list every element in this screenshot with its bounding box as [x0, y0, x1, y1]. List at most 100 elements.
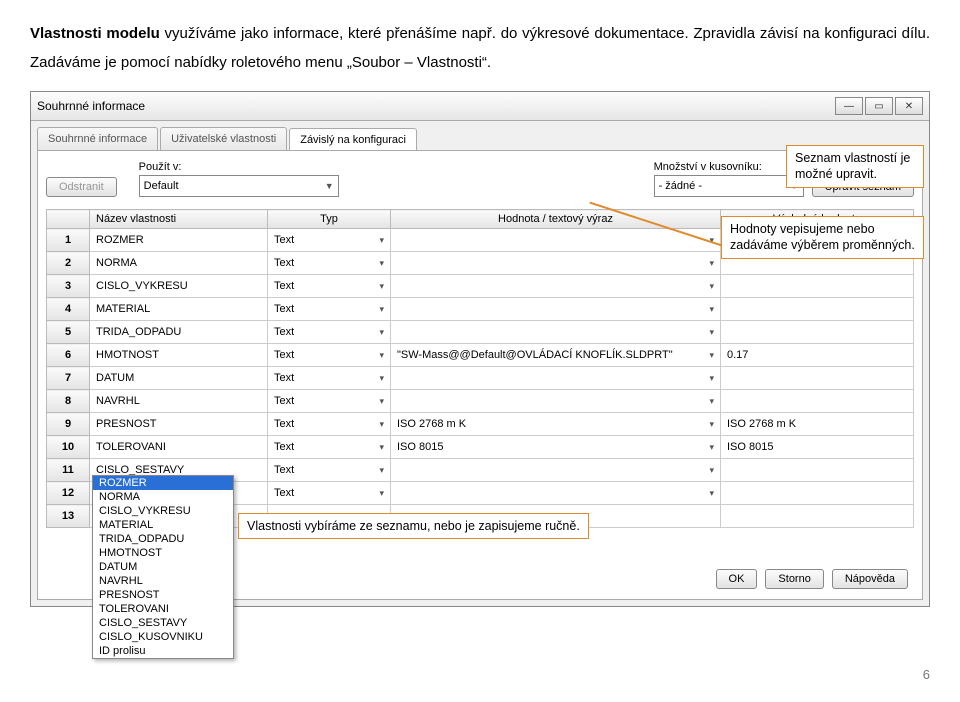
table-row[interactable]: 7DATUMText▾▾ [47, 367, 914, 390]
autolist-item[interactable]: PRESNOST [93, 588, 233, 602]
cell-type[interactable]: Text▾ [268, 344, 391, 367]
combo-qty-value: - žádné - [659, 180, 702, 192]
row-number: 12 [47, 482, 90, 505]
row-number: 2 [47, 252, 90, 275]
chevron-down-icon: ▾ [379, 281, 384, 292]
row-number: 11 [47, 459, 90, 482]
table-row[interactable]: 4MATERIALText▾▾ [47, 298, 914, 321]
cell-name[interactable]: ROZMER [90, 229, 268, 252]
cell-value[interactable]: ▾ [391, 298, 721, 321]
combo-usein-value: Default [144, 180, 179, 192]
table-row[interactable]: 6HMOTNOSTText▾"SW-Mass@@Default@OVLÁDACÍ… [47, 344, 914, 367]
cell-result [721, 459, 914, 482]
cell-type[interactable]: Text▾ [268, 275, 391, 298]
combo-usein[interactable]: Default ▼ [139, 175, 339, 197]
storno-button[interactable]: Storno [765, 569, 823, 589]
cell-name[interactable]: TOLEROVANI [90, 436, 268, 459]
chevron-down-icon: ▾ [709, 373, 714, 384]
chevron-down-icon: ▾ [709, 396, 714, 407]
cell-value[interactable]: ▾ [391, 321, 721, 344]
chevron-down-icon: ▾ [379, 327, 384, 338]
cell-type[interactable]: Text▾ [268, 229, 391, 252]
chevron-down-icon: ▾ [709, 442, 714, 453]
combo-qty[interactable]: - žádné - ▼ [654, 175, 804, 197]
cell-name[interactable]: DATUM [90, 367, 268, 390]
autolist-item[interactable]: CISLO_VYKRESU [93, 504, 233, 518]
cell-result: ISO 8015 [721, 436, 914, 459]
table-row[interactable]: 5TRIDA_ODPADUText▾▾ [47, 321, 914, 344]
cell-result [721, 505, 914, 528]
tab-zavisly[interactable]: Závislý na konfiguraci [289, 128, 417, 151]
cell-value[interactable]: ▾ [391, 367, 721, 390]
table-row[interactable]: 3CISLO_VYKRESUText▾▾ [47, 275, 914, 298]
chevron-down-icon: ▾ [709, 281, 714, 292]
cell-value[interactable]: ISO 2768 m K▾ [391, 413, 721, 436]
autolist-item[interactable]: TOLEROVANI [93, 602, 233, 616]
help-button[interactable]: Nápověda [832, 569, 908, 589]
cell-name[interactable]: HMOTNOST [90, 344, 268, 367]
th-type: Typ [268, 210, 391, 229]
chevron-down-icon: ▾ [379, 419, 384, 430]
window-minimize-icon[interactable]: — [835, 97, 863, 115]
cell-type[interactable]: Text▾ [268, 367, 391, 390]
remove-button[interactable]: Odstranit [46, 177, 117, 197]
cell-value[interactable]: ▾ [391, 229, 721, 252]
cell-type[interactable]: Text▾ [268, 390, 391, 413]
cell-value[interactable]: ▾ [391, 390, 721, 413]
titlebar: Souhrnné informace — ▭ ✕ [31, 92, 929, 121]
table-row[interactable]: 10TOLEROVANIText▾ISO 8015▾ISO 8015 [47, 436, 914, 459]
cell-value[interactable]: ISO 8015▾ [391, 436, 721, 459]
property-autolist[interactable]: ROZMERNORMACISLO_VYKRESUMATERIALTRIDA_OD… [92, 475, 234, 659]
cell-type[interactable]: Text▾ [268, 436, 391, 459]
cell-result [721, 321, 914, 344]
cell-result [721, 367, 914, 390]
tab-uzivatelske[interactable]: Uživatelské vlastnosti [160, 127, 287, 150]
intro-paragraph: Vlastnosti modelu využíváme jako informa… [30, 20, 930, 77]
autolist-item[interactable]: HMOTNOST [93, 546, 233, 560]
cell-name[interactable]: TRIDA_ODPADU [90, 321, 268, 344]
ok-button[interactable]: OK [716, 569, 758, 589]
cell-type[interactable]: Text▾ [268, 482, 391, 505]
cell-type[interactable]: Text▾ [268, 413, 391, 436]
chevron-down-icon: ▾ [709, 465, 714, 476]
cell-name[interactable]: NAVRHL [90, 390, 268, 413]
cell-type[interactable]: Text▾ [268, 298, 391, 321]
cell-value[interactable]: "SW-Mass@@Default@OVLÁDACÍ KNOFLÍK.SLDPR… [391, 344, 721, 367]
cell-type[interactable]: Text▾ [268, 321, 391, 344]
cell-name[interactable]: MATERIAL [90, 298, 268, 321]
page-number: 6 [30, 667, 930, 682]
chevron-down-icon: ▾ [709, 327, 714, 338]
window-maximize-icon[interactable]: ▭ [865, 97, 893, 115]
chevron-down-icon: ▾ [709, 350, 714, 361]
chevron-down-icon: ▾ [379, 442, 384, 453]
autolist-item[interactable]: TRIDA_ODPADU [93, 532, 233, 546]
cell-name[interactable]: PRESNOST [90, 413, 268, 436]
autolist-item[interactable]: CISLO_SESTAVY [93, 616, 233, 630]
chevron-down-icon: ▾ [379, 465, 384, 476]
cell-result [721, 390, 914, 413]
cell-value[interactable]: ▾ [391, 252, 721, 275]
autolist-item[interactable]: NORMA [93, 490, 233, 504]
autolist-item[interactable]: DATUM [93, 560, 233, 574]
table-row[interactable]: 9PRESNOSTText▾ISO 2768 m K▾ISO 2768 m K [47, 413, 914, 436]
table-row[interactable]: 8NAVRHLText▾▾ [47, 390, 914, 413]
autolist-item[interactable]: ID prolisu [93, 644, 233, 658]
autolist-item[interactable]: MATERIAL [93, 518, 233, 532]
window-close-icon[interactable]: ✕ [895, 97, 923, 115]
cell-value[interactable]: ▾ [391, 482, 721, 505]
row-number: 6 [47, 344, 90, 367]
chevron-down-icon: ▾ [379, 350, 384, 361]
cell-type[interactable]: Text▾ [268, 252, 391, 275]
cell-name[interactable]: NORMA [90, 252, 268, 275]
autolist-item[interactable]: ROZMER [93, 476, 233, 490]
cell-value[interactable]: ▾ [391, 275, 721, 298]
autolist-item[interactable]: CISLO_KUSOVNIKU [93, 630, 233, 644]
autolist-item[interactable]: NAVRHL [93, 574, 233, 588]
cell-name[interactable]: CISLO_VYKRESU [90, 275, 268, 298]
tab-souhrnne[interactable]: Souhrnné informace [37, 127, 158, 150]
chevron-down-icon: ▾ [379, 304, 384, 315]
label-usein: Použít v: [139, 161, 339, 173]
cell-type[interactable]: Text▾ [268, 459, 391, 482]
chevron-down-icon: ▾ [709, 304, 714, 315]
cell-value[interactable]: ▾ [391, 459, 721, 482]
